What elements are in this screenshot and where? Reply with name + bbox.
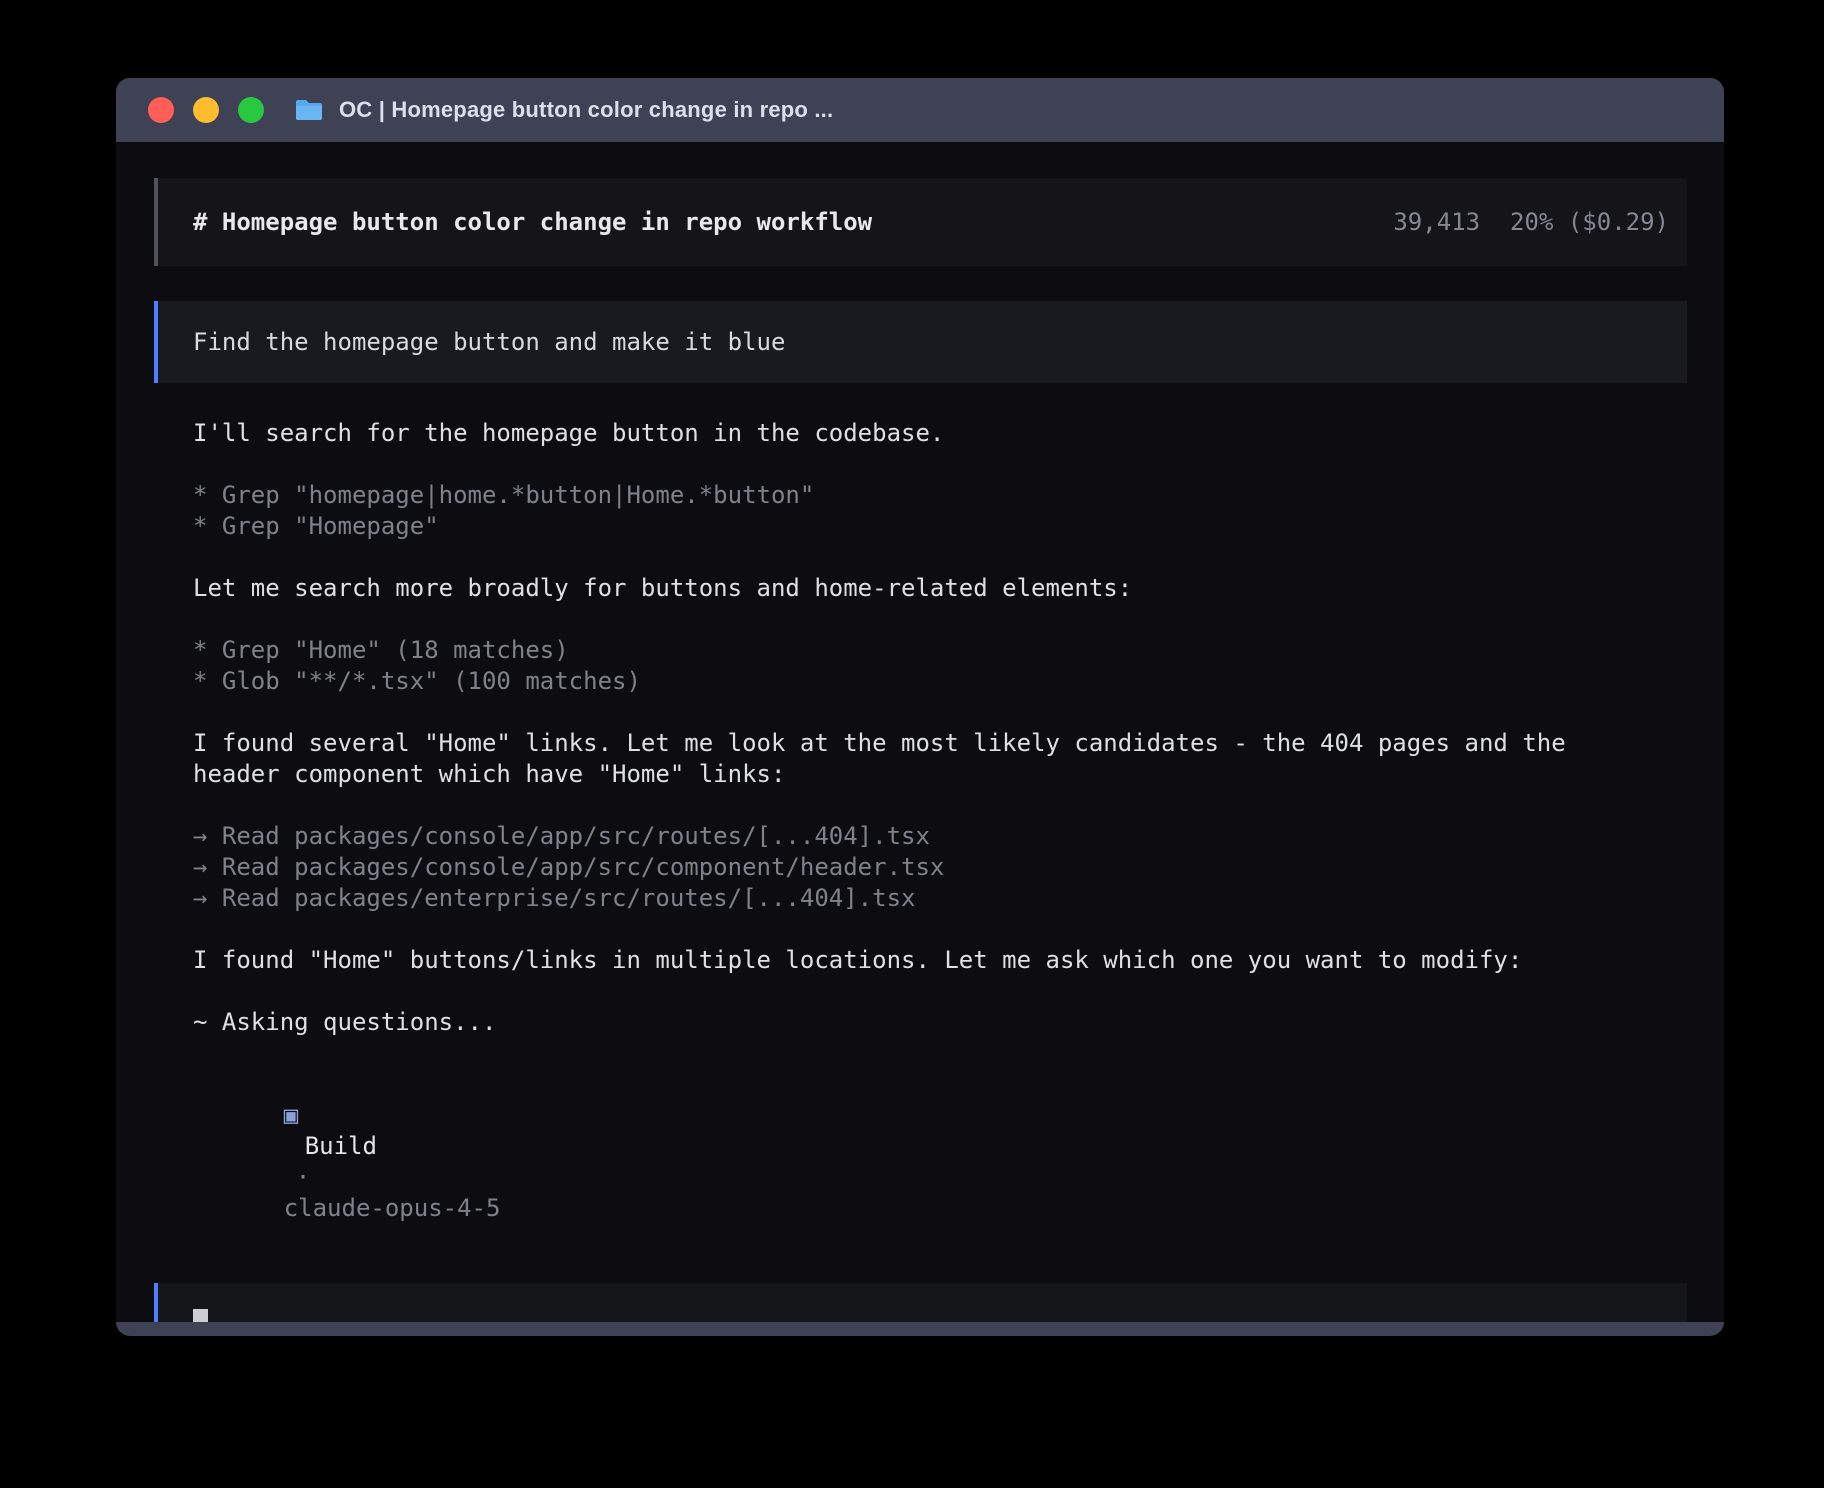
agent-icon: ▣: [284, 1101, 298, 1129]
assistant-text-line: I found several "Home" links. Let me loo…: [193, 728, 1627, 790]
user-message-text: Find the homepage button and make it blu…: [193, 327, 785, 358]
prompt-input[interactable]: Build Claude Opus 4.5 OpenCode Zen: [154, 1283, 1687, 1322]
close-button[interactable]: [148, 97, 174, 123]
conversation-transcript: I'll search for the homepage button in t…: [154, 418, 1687, 1069]
session-title: # Homepage button color change in repo w…: [193, 207, 872, 238]
window-title: OC | Homepage button color change in rep…: [339, 97, 833, 123]
minimize-button[interactable]: [193, 97, 219, 123]
terminal-content: # Homepage button color change in repo w…: [116, 142, 1724, 1322]
session-header: # Homepage button color change in repo w…: [154, 178, 1687, 266]
user-message: Find the homepage button and make it blu…: [154, 301, 1687, 383]
token-count: 39,413: [1393, 207, 1480, 238]
agent-separator: ·: [296, 1163, 310, 1191]
folder-icon: [294, 98, 324, 122]
tool-call-line: → Read packages/enterprise/src/routes/[.…: [193, 883, 1627, 914]
assistant-text-line: Let me search more broadly for buttons a…: [193, 573, 1627, 604]
text-cursor: [193, 1309, 208, 1322]
session-meta: 39,413 20% ($0.29): [1393, 207, 1669, 238]
tool-call-line: * Grep "Homepage": [193, 511, 1627, 542]
traffic-lights: [148, 97, 264, 123]
context-cost: 20% ($0.29): [1510, 207, 1669, 238]
input-cursor-line: [193, 1308, 1669, 1322]
tool-call-line: * Glob "**/*.tsx" (100 matches): [193, 666, 1627, 697]
assistant-text-line: I'll search for the homepage button in t…: [193, 418, 1627, 449]
assistant-text-line: I found "Home" buttons/links in multiple…: [193, 945, 1627, 976]
tool-call-block: * Grep "homepage|home.*button|Home.*butt…: [193, 480, 1627, 542]
tool-call-line: → Read packages/console/app/src/routes/[…: [193, 821, 1627, 852]
tool-call-block: * Grep "Home" (18 matches)* Glob "**/*.t…: [193, 635, 1627, 697]
assistant-text-block: Let me search more broadly for buttons a…: [193, 573, 1627, 604]
window-titlebar: OC | Homepage button color change in rep…: [116, 78, 1724, 142]
assistant-text-block: I found "Home" buttons/links in multiple…: [193, 945, 1627, 976]
tool-call-block: → Read packages/console/app/src/routes/[…: [193, 821, 1627, 914]
terminal-window: OC | Homepage button color change in rep…: [116, 78, 1724, 1336]
tool-call-line: * Grep "Home" (18 matches): [193, 635, 1627, 666]
zoom-button[interactable]: [238, 97, 264, 123]
assistant-text-block: ~ Asking questions...: [193, 1007, 1627, 1038]
window-title-group: OC | Homepage button color change in rep…: [294, 97, 833, 123]
assistant-text-block: I'll search for the homepage button in t…: [193, 418, 1627, 449]
agent-status-line: ▣ Build · claude-opus-4-5: [154, 1069, 1687, 1255]
assistant-text-block: I found several "Home" links. Let me loo…: [193, 728, 1627, 790]
tool-call-line: → Read packages/console/app/src/componen…: [193, 852, 1627, 883]
agent-name: Build: [305, 1132, 377, 1160]
agent-model-name: claude-opus-4-5: [284, 1194, 501, 1222]
assistant-text-line: ~ Asking questions...: [193, 1007, 1627, 1038]
tool-call-line: * Grep "homepage|home.*button|Home.*butt…: [193, 480, 1627, 511]
